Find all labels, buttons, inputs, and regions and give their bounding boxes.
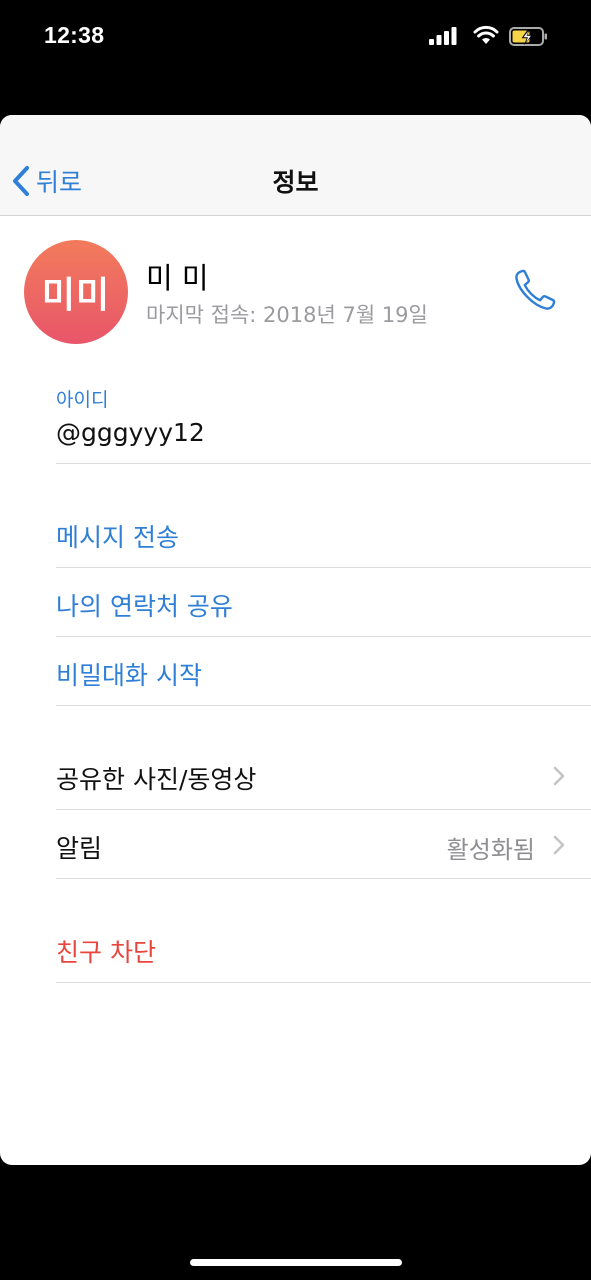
block-friend-label: 친구 차단 bbox=[56, 938, 156, 967]
share-my-contact-button[interactable]: 나의 연락처 공유 bbox=[56, 568, 591, 637]
contact-name: 미 미 bbox=[146, 261, 209, 295]
share-my-contact-label: 나의 연락처 공유 bbox=[56, 592, 233, 621]
phone-icon[interactable] bbox=[512, 267, 558, 313]
signal-icon bbox=[429, 27, 457, 45]
home-indicator[interactable] bbox=[190, 1259, 402, 1266]
contact-info-sheet: 뒤로 정보 미미 미 미 마지막 접속: 2018년 7월 19일 아이디 @g… bbox=[0, 115, 591, 1165]
profile-header: 미미 미 미 마지막 접속: 2018년 7월 19일 bbox=[0, 215, 591, 355]
avatar[interactable]: 미미 bbox=[24, 240, 128, 344]
chevron-right-icon bbox=[553, 766, 565, 786]
chevron-right-icon bbox=[553, 835, 565, 855]
status-time: 12:38 bbox=[44, 22, 105, 48]
notifications-row[interactable]: 알림 활성화됨 bbox=[56, 810, 591, 879]
start-secret-chat-button[interactable]: 비밀대화 시작 bbox=[56, 637, 591, 706]
last-seen-text: 마지막 접속: 2018년 7월 19일 bbox=[146, 303, 428, 327]
send-message-label: 메시지 전송 bbox=[56, 523, 179, 552]
shared-media-row[interactable]: 공유한 사진/동영상 bbox=[56, 741, 591, 810]
block-friend-button[interactable]: 친구 차단 bbox=[56, 914, 591, 983]
start-secret-chat-label: 비밀대화 시작 bbox=[56, 661, 202, 690]
shared-media-label: 공유한 사진/동영상 bbox=[56, 765, 257, 794]
notifications-label: 알림 bbox=[56, 834, 103, 863]
id-label: 아이디 bbox=[56, 389, 109, 411]
id-value: @gggyyy12 bbox=[56, 418, 205, 447]
status-bar: 12:38 bbox=[0, 0, 591, 72]
wifi-icon bbox=[473, 25, 499, 44]
battery-charging-icon bbox=[509, 27, 547, 46]
navigation-bar: 뒤로 정보 bbox=[0, 115, 591, 216]
page-title: 정보 bbox=[272, 168, 319, 197]
id-field[interactable]: 아이디 @gggyyy12 bbox=[56, 380, 591, 464]
notifications-status: 활성화됨 bbox=[446, 836, 535, 864]
send-message-button[interactable]: 메시지 전송 bbox=[56, 499, 591, 568]
